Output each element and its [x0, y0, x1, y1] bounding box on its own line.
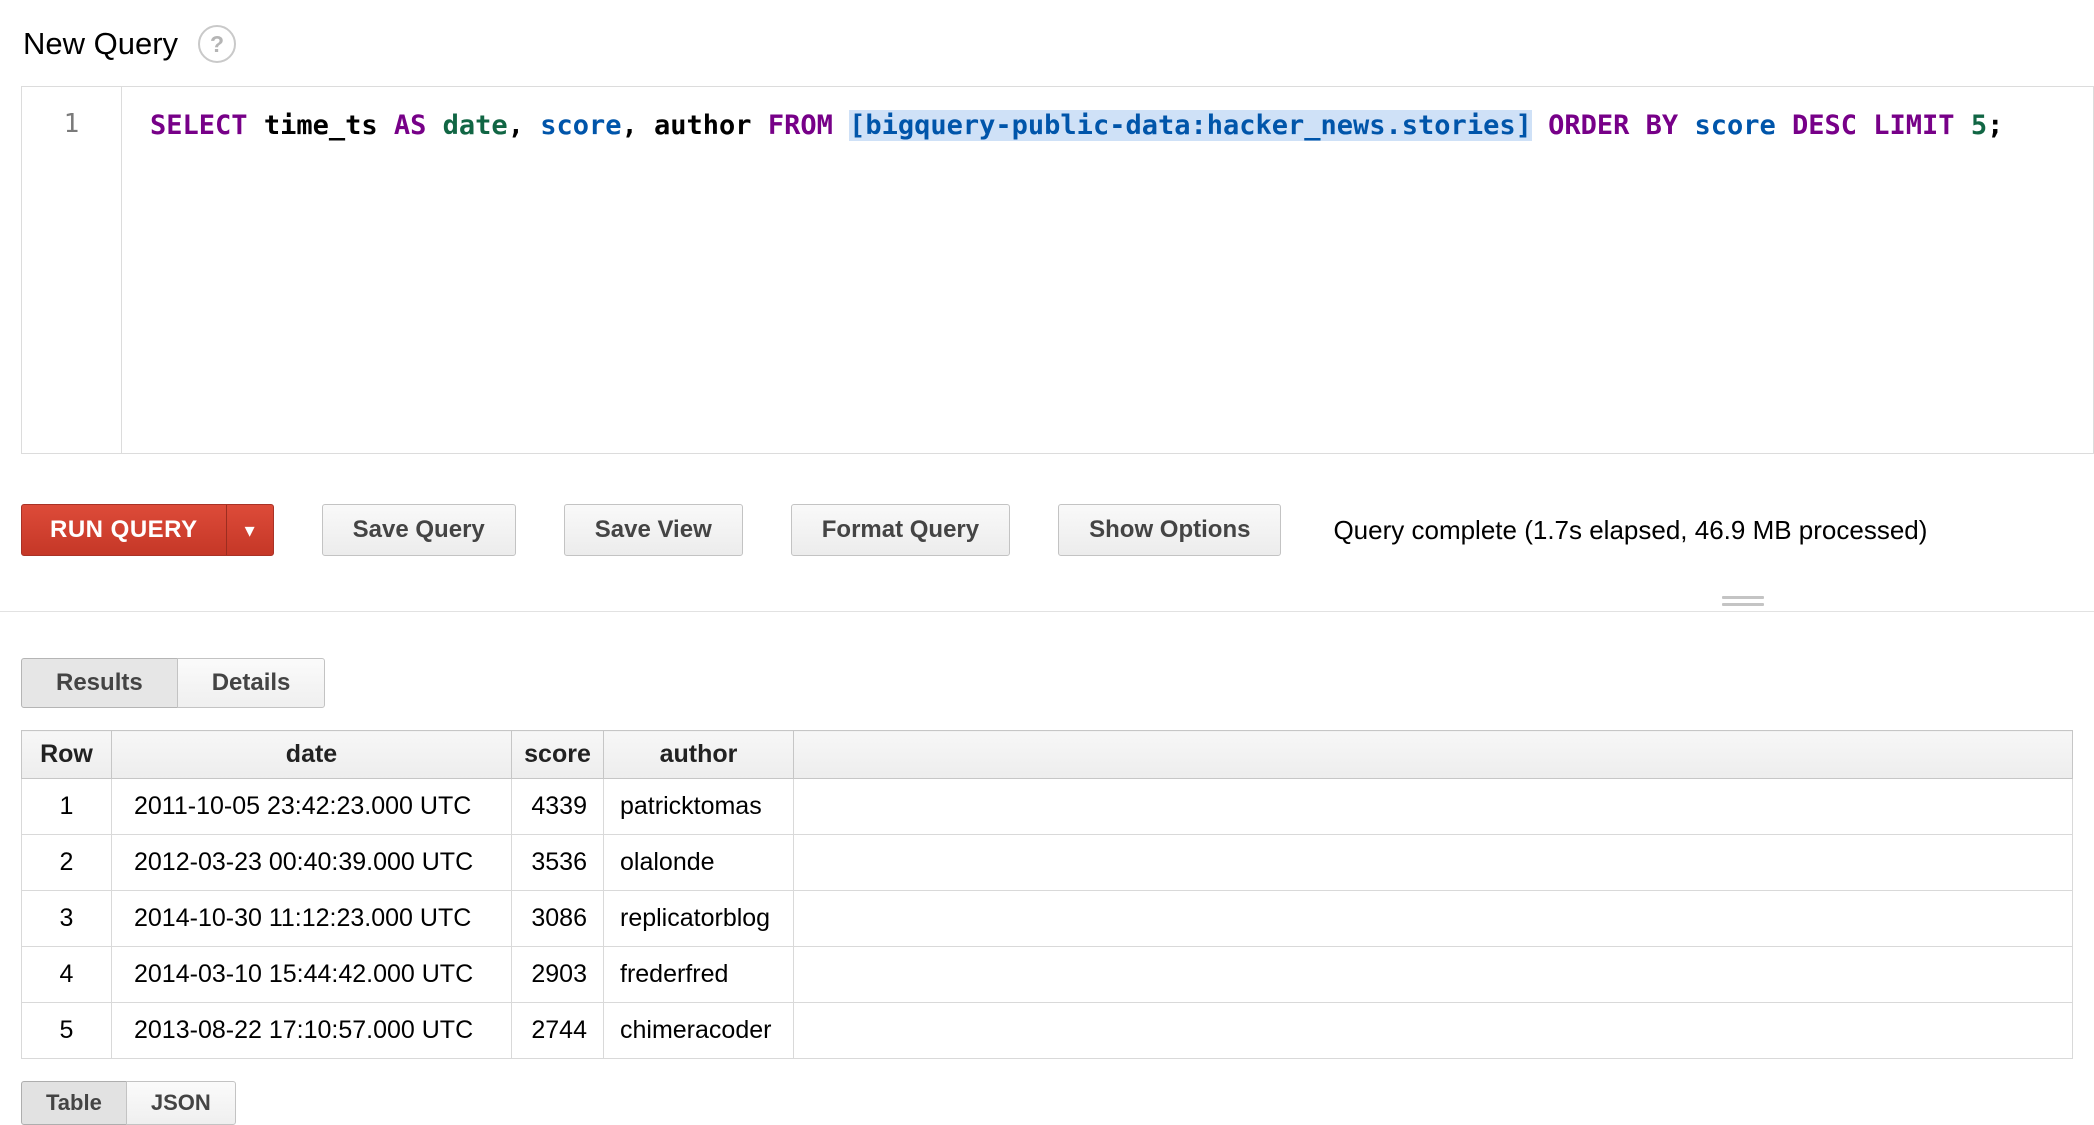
- column-header-author: author: [604, 731, 794, 779]
- date-cell: 2011-10-05 23:42:23.000 UTC: [112, 779, 512, 835]
- table-row: 12011-10-05 23:42:23.000 UTC4339patrickt…: [22, 779, 2073, 835]
- score-cell: 4339: [512, 779, 604, 835]
- code-token-blue: score: [540, 110, 621, 141]
- code-token-plain: [752, 110, 768, 141]
- filler-cell: [794, 947, 2073, 1003]
- line-number: 1: [64, 109, 80, 139]
- code-token-plain: author: [654, 110, 752, 141]
- column-header-filler: [794, 731, 2073, 779]
- page-title: New Query: [23, 26, 178, 62]
- filler-cell: [794, 891, 2073, 947]
- table-row: 22012-03-23 00:40:39.000 UTC3536olalonde: [22, 835, 2073, 891]
- code-token-plain: [1776, 110, 1792, 141]
- title-row: New Query ?: [0, 22, 2094, 66]
- code-token-plain: [378, 110, 394, 141]
- table-row: 42014-03-10 15:44:42.000 UTC2903frederfr…: [22, 947, 2073, 1003]
- code-token-keyword: LIMIT: [1873, 110, 1954, 141]
- code-token-plain: [1955, 110, 1971, 141]
- code-token-number: 5: [1971, 110, 1987, 141]
- code-token-plain: [426, 110, 442, 141]
- table-row: 32014-10-30 11:12:23.000 UTC3086replicat…: [22, 891, 2073, 947]
- query-status-text: Query complete (1.7s elapsed, 46.9 MB pr…: [1333, 515, 1927, 546]
- author-cell: replicatorblog: [604, 891, 794, 947]
- code-token-keyword: DESC: [1792, 110, 1857, 141]
- chevron-down-icon: ▾: [245, 518, 255, 543]
- code-token-plain: ,: [621, 110, 654, 141]
- table-view-button[interactable]: Table: [21, 1081, 127, 1125]
- tab-results[interactable]: Results: [21, 658, 178, 708]
- author-cell: patricktomas: [604, 779, 794, 835]
- code-token-keyword: ORDER: [1548, 110, 1629, 141]
- row-number-cell: 3: [22, 891, 112, 947]
- sql-editor: 1 SELECT time_ts AS date, score, author …: [21, 86, 2094, 454]
- date-cell: 2014-03-10 15:44:42.000 UTC: [112, 947, 512, 1003]
- row-number-cell: 4: [22, 947, 112, 1003]
- author-cell: chimeracoder: [604, 1003, 794, 1059]
- code-token-plain: [1678, 110, 1694, 141]
- code-token-plain: [1532, 110, 1548, 141]
- date-cell: 2012-03-23 00:40:39.000 UTC: [112, 835, 512, 891]
- code-token-blue: score: [1694, 110, 1775, 141]
- help-icon[interactable]: ?: [198, 25, 236, 63]
- save-view-button[interactable]: Save View: [564, 504, 743, 556]
- code-token-plain: ;: [1987, 110, 2003, 141]
- line-number-gutter: 1: [22, 87, 122, 453]
- results-table: Row date score author 12011-10-05 23:42:…: [21, 730, 2073, 1059]
- filler-cell: [794, 1003, 2073, 1059]
- code-token-plain: [833, 110, 849, 141]
- row-number-cell: 1: [22, 779, 112, 835]
- column-header-row: Row: [22, 731, 112, 779]
- score-cell: 3086: [512, 891, 604, 947]
- resize-handle-icon[interactable]: [1722, 592, 1764, 606]
- query-toolbar: RUN QUERY ▾ Save Query Save View Format …: [21, 504, 2094, 556]
- date-cell: 2014-10-30 11:12:23.000 UTC: [112, 891, 512, 947]
- save-query-button[interactable]: Save Query: [322, 504, 516, 556]
- code-token-keyword: FROM: [768, 110, 833, 141]
- bigquery-new-query-page: New Query ? 1 SELECT time_ts AS date, sc…: [0, 0, 2094, 1125]
- code-token-plain: time_ts: [264, 110, 378, 141]
- results-tbody: 12011-10-05 23:42:23.000 UTC4339patrickt…: [22, 779, 2073, 1059]
- code-token-plain: [1857, 110, 1873, 141]
- code-token-green: date: [443, 110, 508, 141]
- code-token-plain: [248, 110, 264, 141]
- code-token-tableref: [bigquery-public-data:hacker_news.storie…: [849, 110, 1532, 141]
- format-query-button[interactable]: Format Query: [791, 504, 1010, 556]
- run-query-button[interactable]: RUN QUERY ▾: [21, 504, 274, 556]
- row-number-cell: 5: [22, 1003, 112, 1059]
- run-query-dropdown[interactable]: ▾: [226, 505, 273, 555]
- table-header-row: Row date score author: [22, 731, 2073, 779]
- query-code[interactable]: SELECT time_ts AS date, score, author FR…: [122, 87, 2093, 453]
- results-tabs: Results Details: [21, 658, 325, 708]
- score-cell: 2903: [512, 947, 604, 1003]
- filler-cell: [794, 779, 2073, 835]
- code-token-keyword: AS: [394, 110, 427, 141]
- tab-details[interactable]: Details: [177, 658, 326, 708]
- result-view-toggle: Table JSON: [21, 1081, 236, 1125]
- filler-cell: [794, 835, 2073, 891]
- row-number-cell: 2: [22, 835, 112, 891]
- date-cell: 2013-08-22 17:10:57.000 UTC: [112, 1003, 512, 1059]
- json-view-button[interactable]: JSON: [126, 1081, 236, 1125]
- score-cell: 2744: [512, 1003, 604, 1059]
- author-cell: frederfred: [604, 947, 794, 1003]
- code-token-keyword: SELECT: [150, 110, 248, 141]
- table-row: 52013-08-22 17:10:57.000 UTC2744chimerac…: [22, 1003, 2073, 1059]
- column-header-score: score: [512, 731, 604, 779]
- code-token-plain: [1629, 110, 1645, 141]
- show-options-button[interactable]: Show Options: [1058, 504, 1281, 556]
- author-cell: olalonde: [604, 835, 794, 891]
- panel-divider: [0, 590, 2094, 612]
- column-header-date: date: [112, 731, 512, 779]
- score-cell: 3536: [512, 835, 604, 891]
- code-token-keyword: BY: [1646, 110, 1679, 141]
- run-query-label: RUN QUERY: [22, 505, 226, 555]
- code-token-plain: ,: [508, 110, 541, 141]
